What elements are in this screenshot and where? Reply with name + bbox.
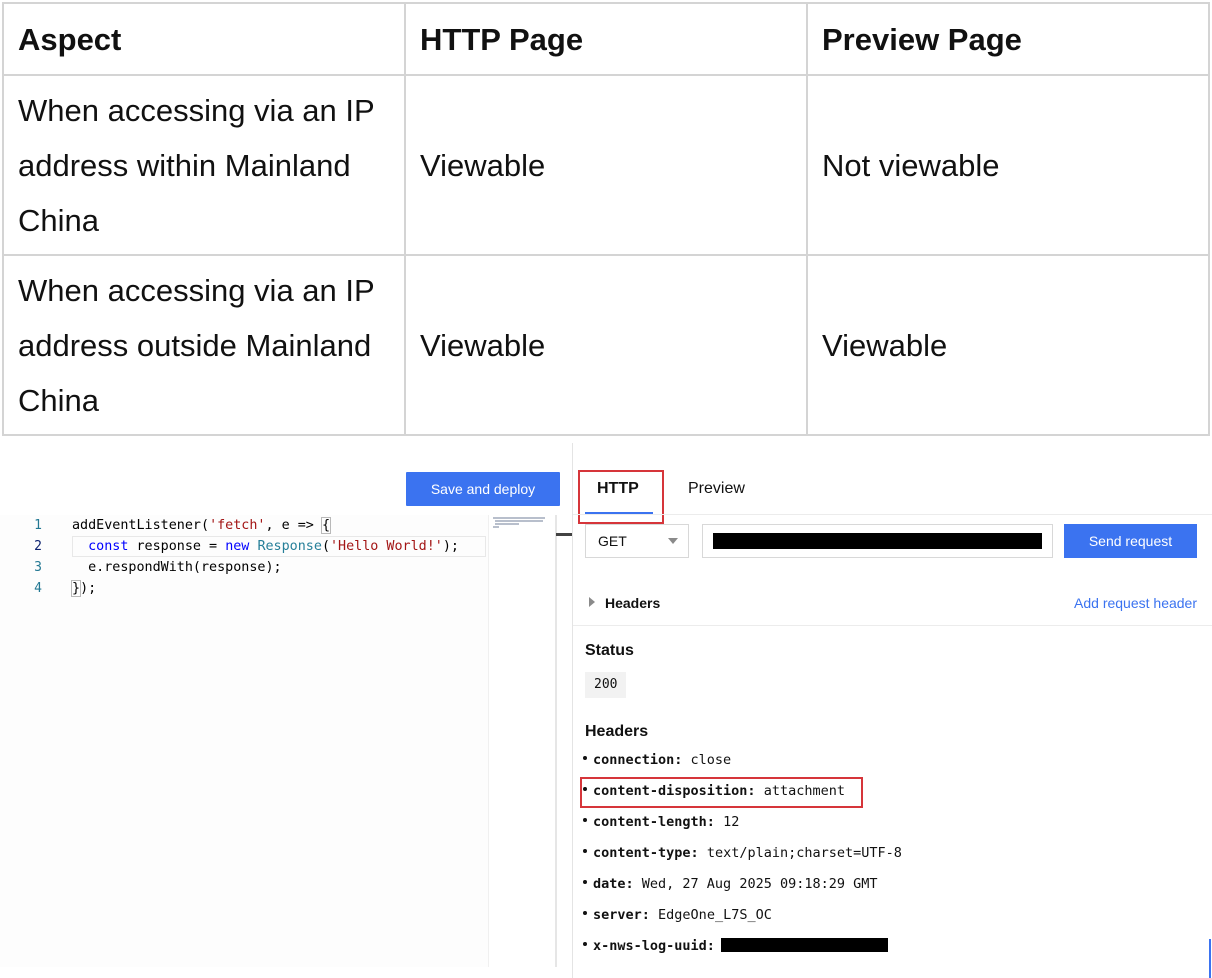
header-aspect: Aspect (2, 2, 406, 76)
bullet-icon (583, 942, 587, 946)
http-tab-highlight-box (578, 470, 664, 524)
status-code-badge: 200 (585, 672, 627, 698)
http-test-panel: HTTP Preview GET Send request Headers Ad… (572, 443, 1212, 978)
header-preview-page: Preview Page (806, 2, 1210, 76)
line-number: 1 (34, 518, 42, 533)
editor-scrollbar[interactable] (555, 515, 557, 967)
row-http-cell: Viewable (404, 74, 808, 256)
code-minimap[interactable] (488, 515, 557, 967)
list-item: server: EdgeOne_L7S_OC (583, 900, 902, 931)
list-item: connection: close (583, 745, 902, 776)
header-value: Wed, 27 Aug 2025 09:18:29 GMT (641, 876, 878, 892)
line-number: 4 (34, 581, 42, 596)
response-headers-title: Headers (585, 723, 649, 740)
code-text: e.respondWith(response); (72, 560, 282, 575)
header-key: x-nws-log-uuid: (593, 938, 715, 954)
send-request-button[interactable]: Send request (1064, 524, 1197, 558)
section-divider (573, 625, 1212, 626)
edge-function-editor: Save and deploy 1 addEventListener('fetc… (0, 443, 1212, 978)
code-line: 3 e.respondWith(response); (0, 557, 488, 578)
content-disposition-highlight-box (580, 777, 863, 808)
tab-preview[interactable]: Preview (688, 472, 745, 506)
code-line: 1 addEventListener('fetch', e => { (0, 515, 488, 536)
header-value: 12 (723, 814, 740, 830)
table-header-row: Aspect HTTP Page Preview Page (2, 2, 1210, 76)
bullet-icon (583, 849, 587, 853)
header-key: server: (593, 907, 650, 923)
request-headers-toggle[interactable]: Headers (589, 593, 660, 613)
status-title: Status (585, 642, 634, 659)
chevron-down-icon (668, 538, 678, 544)
code-editor[interactable]: 1 addEventListener('fetch', e => { 2 con… (0, 515, 488, 967)
list-item: x-nws-log-uuid: (583, 931, 902, 962)
row-http-cell: Viewable (404, 254, 808, 436)
list-item: content-length: 12 (583, 807, 902, 838)
add-request-header-link[interactable]: Add request header (1074, 593, 1197, 613)
code-text: addEventListener('fetch', e => { (72, 517, 331, 534)
bullet-icon (583, 880, 587, 884)
redacted-url (713, 533, 1042, 549)
scrollbar-cursor-marker (556, 533, 572, 536)
method-value: GET (598, 533, 627, 549)
request-headers-label: Headers (605, 595, 661, 611)
redacted-uuid (720, 938, 888, 952)
code-editor-pane: Save and deploy 1 addEventListener('fetc… (0, 443, 572, 978)
list-item: content-type: text/plain;charset=UTF-8 (583, 838, 902, 869)
comparison-table: Aspect HTTP Page Preview Page When acces… (2, 2, 1210, 436)
table-row: When accessing via an IP address within … (2, 74, 1210, 256)
line-number: 2 (34, 539, 42, 554)
bullet-icon (583, 818, 587, 822)
code-text: const response = new Response('Hello Wor… (88, 539, 459, 554)
table-row: When accessing via an IP address outside… (2, 254, 1210, 436)
code-line: 2 const response = new Response('Hello W… (0, 536, 488, 557)
line-number: 3 (34, 560, 42, 575)
header-key: connection: (593, 752, 683, 768)
code-line: 4 }); (0, 578, 488, 599)
row-aspect-cell: When accessing via an IP address outside… (2, 254, 406, 436)
row-preview-cell: Viewable (806, 254, 1210, 436)
url-input[interactable] (702, 524, 1053, 558)
header-key: date: (593, 876, 634, 892)
header-http-page: HTTP Page (404, 2, 808, 76)
header-value: text/plain;charset=UTF-8 (706, 845, 902, 861)
scroll-indicator (1209, 939, 1211, 978)
bullet-icon (583, 756, 587, 760)
header-key: content-type: (593, 845, 699, 861)
row-aspect-cell: When accessing via an IP address within … (2, 74, 406, 256)
tabs-divider (573, 514, 1212, 515)
save-and-deploy-button[interactable]: Save and deploy (406, 472, 560, 506)
header-key: content-length: (593, 814, 715, 830)
caret-right-icon (589, 597, 595, 607)
method-select[interactable]: GET (585, 524, 689, 558)
bullet-icon (583, 911, 587, 915)
header-value: EdgeOne_L7S_OC (658, 907, 772, 923)
list-item: date: Wed, 27 Aug 2025 09:18:29 GMT (583, 869, 902, 900)
row-preview-cell: Not viewable (806, 74, 1210, 256)
code-text: }); (71, 580, 97, 597)
header-value: close (690, 752, 732, 768)
